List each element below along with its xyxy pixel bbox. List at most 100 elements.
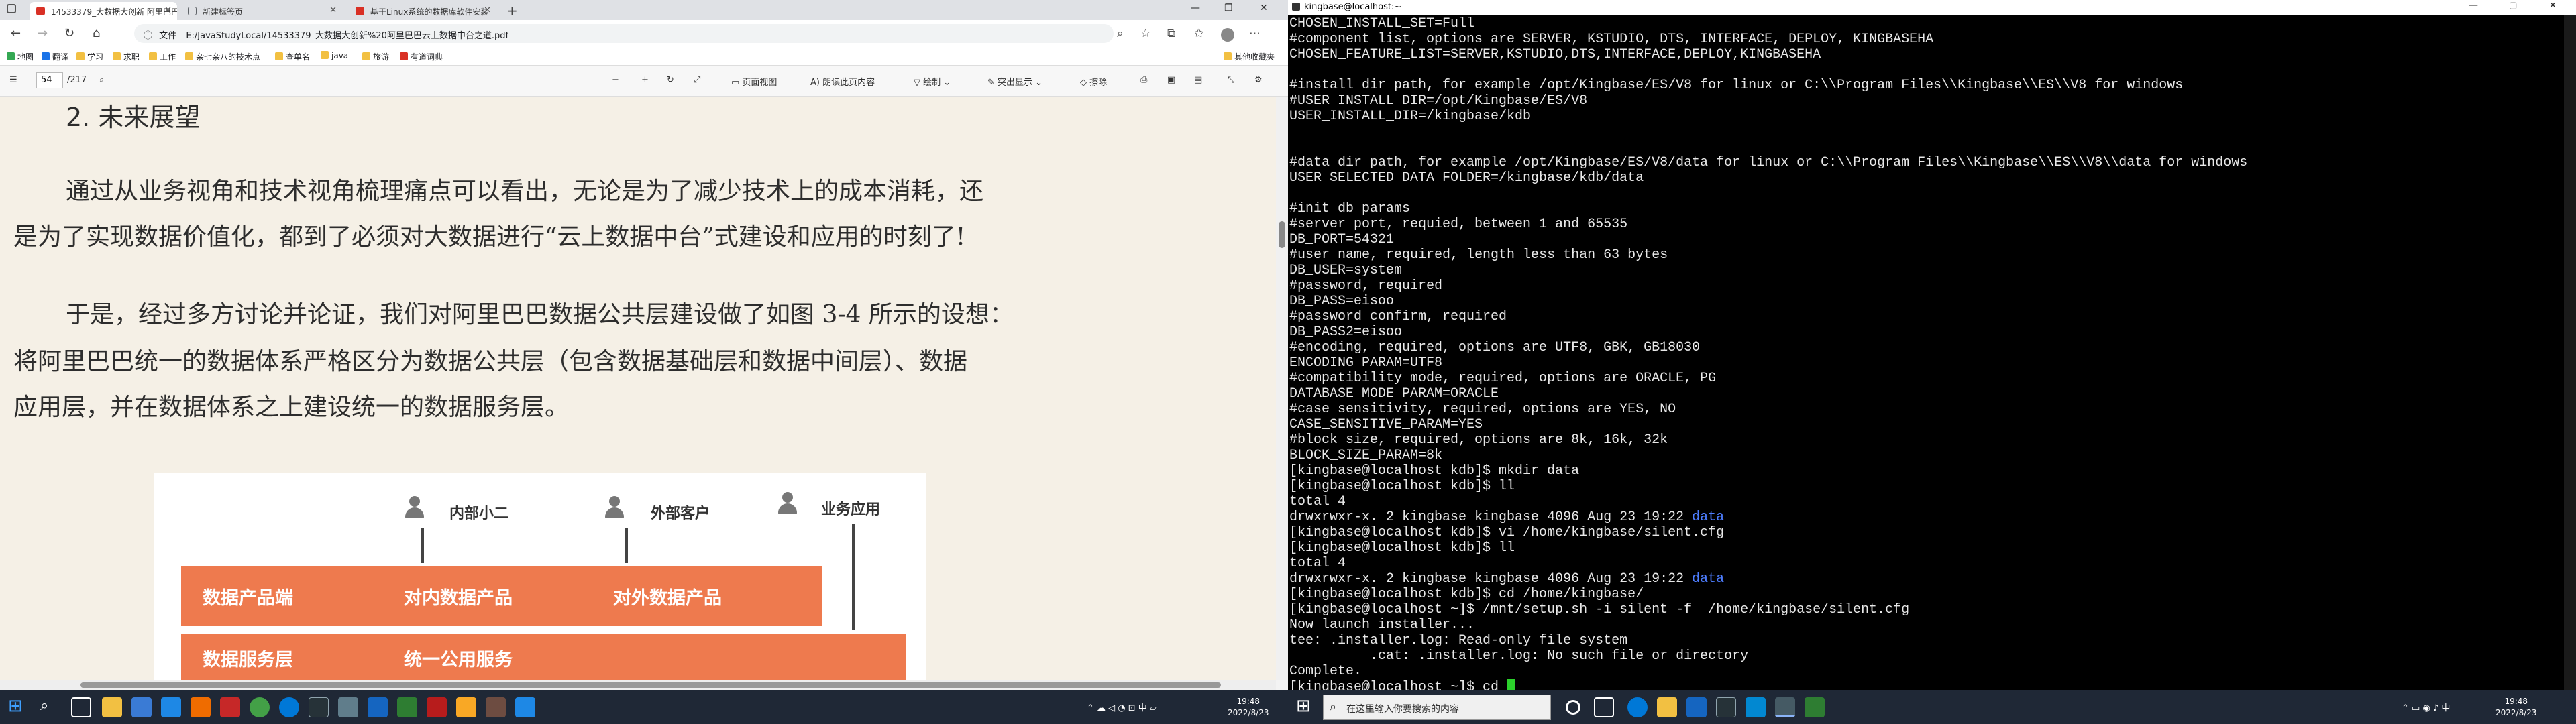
page-view-button[interactable]: ▭ 页面视图: [731, 75, 777, 88]
forward-icon[interactable]: →: [38, 26, 48, 40]
search-icon[interactable]: ⌕: [40, 697, 60, 717]
app-icon[interactable]: [131, 697, 152, 717]
terminal-icon[interactable]: [309, 697, 329, 717]
excel-icon[interactable]: [397, 697, 417, 717]
minimize-icon[interactable]: —: [1191, 3, 1200, 13]
maximize-icon[interactable]: ❐: [1224, 3, 1233, 13]
clock[interactable]: 19:48 2022/8/23: [1228, 696, 1269, 719]
tab-new[interactable]: 新建标签页 ✕: [181, 2, 342, 20]
favorites-icon[interactable]: ✩: [1194, 27, 1203, 40]
zoom-out-icon[interactable]: −: [612, 75, 619, 85]
zoom-in-icon[interactable]: +: [641, 75, 649, 85]
contents-icon[interactable]: ☰: [9, 75, 17, 85]
save-as-icon[interactable]: ▤: [1194, 75, 1202, 85]
draw-button[interactable]: ▽ 绘制 ⌄: [914, 75, 951, 88]
back-icon[interactable]: ←: [11, 26, 21, 40]
new-tab-button[interactable]: +: [506, 3, 518, 19]
edge-icon[interactable]: [1627, 697, 1648, 717]
app-icon[interactable]: [486, 697, 506, 717]
app-icon[interactable]: [515, 697, 535, 717]
search-icon[interactable]: ⌕: [99, 75, 104, 85]
fav-item[interactable]: 求职: [113, 51, 140, 62]
download-icon[interactable]: [1746, 697, 1766, 717]
tray-icons[interactable]: ⌃ ▭ ◉ ♪ 中: [2402, 701, 2450, 713]
erase-button[interactable]: ◇ 擦除: [1080, 75, 1107, 88]
settings-gear-icon[interactable]: ⚙: [1254, 75, 1263, 85]
fav-item[interactable]: 工作: [149, 51, 176, 62]
scrollbar-thumb[interactable]: [80, 682, 1221, 688]
fav-item[interactable]: 学习: [76, 51, 103, 62]
other-favorites[interactable]: 其他收藏夹: [1224, 51, 1275, 62]
highlight-button[interactable]: ✎ 突出显示 ⌄: [987, 75, 1042, 88]
zoom-icon[interactable]: ⌕: [1117, 27, 1124, 40]
pdf-icon[interactable]: [427, 697, 447, 717]
rotate-icon[interactable]: ↻: [667, 75, 674, 85]
terminal-line-text: ENCODING_PARAM=UTF8: [1289, 355, 1443, 371]
terminal-line-text: [kingbase@localhost kdb]$ ll: [1289, 540, 1515, 556]
terminal-icon[interactable]: [1716, 697, 1736, 717]
windows-start-icon[interactable]: ⊞: [1296, 696, 1316, 716]
chrome-icon[interactable]: [250, 697, 270, 717]
more-menu-icon[interactable]: ⋯: [1249, 27, 1260, 40]
maximize-icon[interactable]: ▢: [2509, 1, 2517, 11]
scrollbar-thumb[interactable]: [1279, 221, 1285, 248]
terminal-line: [kingbase@localhost kdb]$ ll: [1289, 540, 2564, 556]
terminal-output[interactable]: CHOSEN_INSTALL_SET=Full #component list, …: [1289, 16, 2564, 690]
tab-linux-db[interactable]: 基于Linux系统的数据库软件安装 ✕: [349, 2, 496, 20]
app-icon[interactable]: [220, 697, 240, 717]
clock[interactable]: 19:48 2022/8/23: [2496, 696, 2537, 719]
word-icon[interactable]: [368, 697, 388, 717]
fav-item[interactable]: 有道词典: [400, 51, 443, 62]
task-view-icon[interactable]: [1594, 697, 1614, 717]
show-desktop-button[interactable]: [2567, 690, 2571, 724]
putty-icon[interactable]: [1775, 697, 1795, 717]
fit-page-icon[interactable]: ⤢: [694, 75, 700, 85]
print-icon[interactable]: ⎙: [1140, 75, 1147, 85]
fav-item[interactable]: 查单名: [275, 51, 310, 62]
settings-gear-icon[interactable]: [338, 697, 358, 717]
fav-item[interactable]: 旅游: [362, 51, 389, 62]
close-icon[interactable]: ✕: [484, 5, 491, 15]
refresh-icon[interactable]: ↻: [64, 26, 74, 40]
home-icon[interactable]: ⌂: [93, 26, 100, 40]
app-icon[interactable]: [1686, 697, 1707, 717]
fav-item[interactable]: 杂七杂八的技术点: [185, 51, 260, 62]
collections-icon[interactable]: ⧉: [1167, 27, 1175, 40]
close-window-icon[interactable]: ✕: [2549, 1, 2557, 11]
page-number-input[interactable]: 54: [36, 72, 63, 88]
file-explorer-icon[interactable]: [1657, 697, 1677, 717]
close-icon[interactable]: ✕: [164, 5, 172, 15]
tray-icons[interactable]: ⌃ ☁ ◁ ◔ ⊡ 中 ▱: [1087, 701, 1157, 713]
fav-item[interactable]: 翻译: [42, 51, 68, 62]
minimize-icon[interactable]: —: [2469, 0, 2478, 11]
pdf-icon: [356, 7, 364, 15]
edge-icon[interactable]: [279, 697, 299, 717]
app-icon[interactable]: [161, 697, 181, 717]
windows-start-icon[interactable]: ⊞: [8, 696, 28, 716]
vertical-scrollbar[interactable]: [1276, 97, 1288, 680]
close-window-icon[interactable]: ✕: [1260, 3, 1268, 13]
fav-item[interactable]: java: [321, 51, 348, 60]
fav-label: 旅游: [373, 52, 390, 62]
fullscreen-icon[interactable]: ⤡: [1228, 75, 1234, 85]
save-icon[interactable]: ▣: [1167, 75, 1175, 85]
read-aloud-button[interactable]: A) 朗读此页内容: [810, 75, 875, 88]
tab-pdf[interactable]: 14533379_大数据大创新 阿里巴巴 ✕: [30, 2, 177, 20]
fav-item[interactable]: 地图: [7, 51, 34, 62]
url-field[interactable]: ⓘ 文件 E:/JavaStudyLocal/14533379_大数据大创新%2…: [134, 24, 1114, 43]
workspaces-icon[interactable]: [7, 4, 16, 13]
terminal-scrollbar[interactable]: [2564, 15, 2576, 690]
chevron-down-icon: ⌄: [941, 78, 951, 88]
idea-icon[interactable]: [191, 697, 211, 717]
taskbar-search-input[interactable]: 在这里输入你要搜索的内容: [1323, 695, 1551, 720]
file-explorer-icon[interactable]: [102, 697, 122, 717]
profile-avatar-icon[interactable]: [1221, 28, 1234, 42]
task-view-icon[interactable]: [71, 697, 91, 717]
app-icon[interactable]: [1805, 697, 1825, 717]
favorite-star-icon[interactable]: ☆: [1140, 27, 1150, 40]
fav-label: 地图: [17, 52, 34, 62]
close-icon[interactable]: ✕: [329, 5, 337, 15]
folder-icon[interactable]: [456, 697, 476, 717]
cortana-icon[interactable]: [1566, 700, 1580, 715]
terminal-line-text: total 4: [1289, 494, 1346, 509]
